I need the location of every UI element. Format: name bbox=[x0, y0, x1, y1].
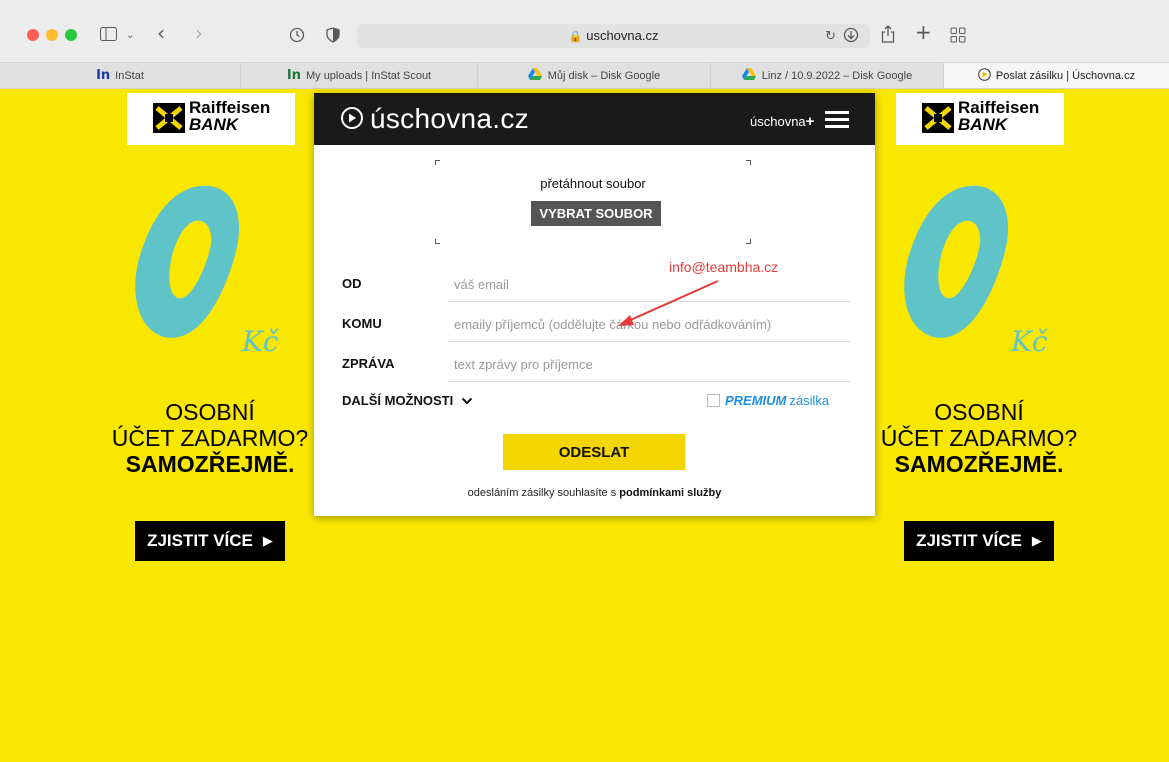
close-window-button[interactable] bbox=[27, 29, 39, 41]
kc-label: Kč bbox=[1010, 325, 1048, 358]
teal-zero-graphic: Kč bbox=[135, 185, 279, 358]
tab-label: Linz / 10.9.2022 – Disk Google bbox=[761, 69, 913, 82]
tab-instat[interactable]: In InStat bbox=[0, 63, 241, 88]
tab-label: My uploads | InStat Scout bbox=[305, 69, 432, 82]
plus-sign: + bbox=[805, 113, 815, 130]
tab-label: Můj disk – Disk Google bbox=[547, 69, 661, 82]
plus-label-text: úschovna bbox=[750, 114, 806, 129]
ad-cta-button[interactable]: ZJISTIT VÍCE ▶ bbox=[904, 521, 1054, 561]
upload-card: úschovna.cz úschovna+ přetáhnout soubor … bbox=[314, 93, 875, 516]
shield-icon[interactable] bbox=[326, 27, 340, 46]
raiffeisen-mark-icon bbox=[922, 103, 954, 133]
zoom-window-button[interactable] bbox=[65, 29, 77, 41]
site-logo[interactable]: úschovna.cz bbox=[370, 103, 529, 135]
to-row: KOMU bbox=[342, 303, 850, 343]
tab-label: InStat bbox=[115, 69, 144, 82]
uschovna-icon bbox=[978, 67, 991, 84]
google-drive-icon bbox=[527, 68, 542, 83]
tab-bar: In InStat In My uploads | InStat Scout Můj… bbox=[0, 62, 1169, 89]
reload-icon[interactable]: ↻ bbox=[825, 29, 836, 45]
ad-cta-label: ZJISTIT VÍCE bbox=[916, 531, 1022, 550]
premium-option[interactable]: PREMIUM zásilka bbox=[707, 393, 829, 408]
download-icon[interactable] bbox=[843, 27, 859, 46]
tab-uschovna[interactable]: Poslat zásilku | Úschovna.cz bbox=[944, 63, 1169, 88]
annotation-email: info@teambha.cz bbox=[669, 259, 779, 275]
play-arrow-icon: ▶ bbox=[262, 533, 273, 549]
browser-toolbar: ⌄ ‹ › 🔒 uschovna.cz ↻ + bbox=[0, 0, 1169, 62]
terms-prefix: odesláním zásilky souhlasíte s bbox=[467, 487, 620, 499]
chevron-down-icon[interactable]: ⌄ bbox=[126, 28, 134, 44]
terms-text: odesláním zásilky souhlasíte s podmínkam… bbox=[314, 487, 875, 499]
tab-overview-icon[interactable] bbox=[950, 27, 966, 46]
to-label: KOMU bbox=[342, 316, 382, 331]
uschovna-logo-icon bbox=[341, 107, 363, 129]
tab-google-drive-linz[interactable]: Linz / 10.9.2022 – Disk Google bbox=[711, 63, 944, 88]
file-drop-zone[interactable]: přetáhnout soubor VYBRAT SOUBOR bbox=[435, 160, 751, 244]
bank-subname: BANK bbox=[189, 115, 239, 134]
instat-icon: In bbox=[96, 68, 111, 83]
select-file-button[interactable]: VYBRAT SOUBOR bbox=[531, 201, 661, 226]
lock-icon: 🔒 bbox=[568, 30, 583, 43]
hamburger-menu-icon[interactable] bbox=[825, 111, 849, 129]
minimize-window-button[interactable] bbox=[46, 29, 58, 41]
from-label: OD bbox=[342, 276, 362, 291]
bank-name: Raiffeisen bbox=[958, 98, 1040, 117]
tab-instat-scout[interactable]: In My uploads | InStat Scout bbox=[241, 63, 478, 88]
drop-label: přetáhnout soubor bbox=[540, 176, 646, 191]
teal-zero-graphic: Kč bbox=[904, 185, 1048, 358]
ad-cta-label: ZJISTIT VÍCE bbox=[147, 531, 253, 550]
instat-icon: In bbox=[286, 68, 301, 83]
site-header: úschovna.cz úschovna+ bbox=[314, 93, 875, 145]
browser-window: ⌄ ‹ › 🔒 uschovna.cz ↻ + In InStat In My upl… bbox=[0, 0, 1169, 762]
play-arrow-icon: ▶ bbox=[1031, 533, 1042, 549]
history-clock-icon[interactable] bbox=[289, 27, 305, 46]
share-icon[interactable] bbox=[881, 25, 895, 46]
send-button[interactable]: ODESLAT bbox=[503, 434, 685, 470]
terms-link[interactable]: podmínkami služby bbox=[619, 487, 721, 499]
annotation-arrow-icon bbox=[618, 280, 719, 326]
ad-cta-button[interactable]: ZJISTIT VÍCE ▶ bbox=[135, 521, 285, 561]
chevron-down-icon bbox=[461, 394, 473, 408]
raiffeisen-logo: Raiffeisen BANK bbox=[896, 93, 1064, 145]
forward-arrow-icon[interactable]: › bbox=[195, 23, 203, 43]
back-arrow-icon[interactable]: ‹ bbox=[157, 23, 165, 43]
address-bar[interactable]: 🔒 uschovna.cz ↻ bbox=[357, 24, 870, 48]
kc-label: Kč bbox=[241, 325, 279, 358]
address-url: uschovna.cz bbox=[586, 28, 659, 43]
bank-name: Raiffeisen bbox=[189, 98, 271, 117]
uschovna-plus-link[interactable]: úschovna+ bbox=[750, 113, 814, 130]
tab-google-drive[interactable]: Můj disk – Disk Google bbox=[478, 63, 711, 88]
message-input[interactable] bbox=[448, 349, 848, 379]
bank-subname: BANK bbox=[958, 115, 1008, 134]
message-label: ZPRÁVA bbox=[342, 356, 395, 371]
more-options-toggle[interactable]: DALŠÍ MOŽNOSTI bbox=[342, 393, 473, 408]
new-tab-plus-icon[interactable]: + bbox=[915, 22, 932, 42]
premium-label-bold: PREMIUM bbox=[725, 393, 787, 408]
premium-checkbox[interactable] bbox=[707, 394, 720, 407]
google-drive-icon bbox=[741, 68, 756, 83]
raiffeisen-mark-icon bbox=[153, 103, 185, 133]
sidebar-icon[interactable] bbox=[100, 27, 117, 44]
tab-label: Poslat zásilku | Úschovna.cz bbox=[995, 69, 1136, 82]
message-row: ZPRÁVA bbox=[342, 343, 850, 383]
raiffeisen-logo: Raiffeisen BANK bbox=[127, 93, 295, 145]
premium-label-rest: zásilka bbox=[789, 393, 830, 408]
more-options-label: DALŠÍ MOŽNOSTI bbox=[342, 393, 454, 408]
